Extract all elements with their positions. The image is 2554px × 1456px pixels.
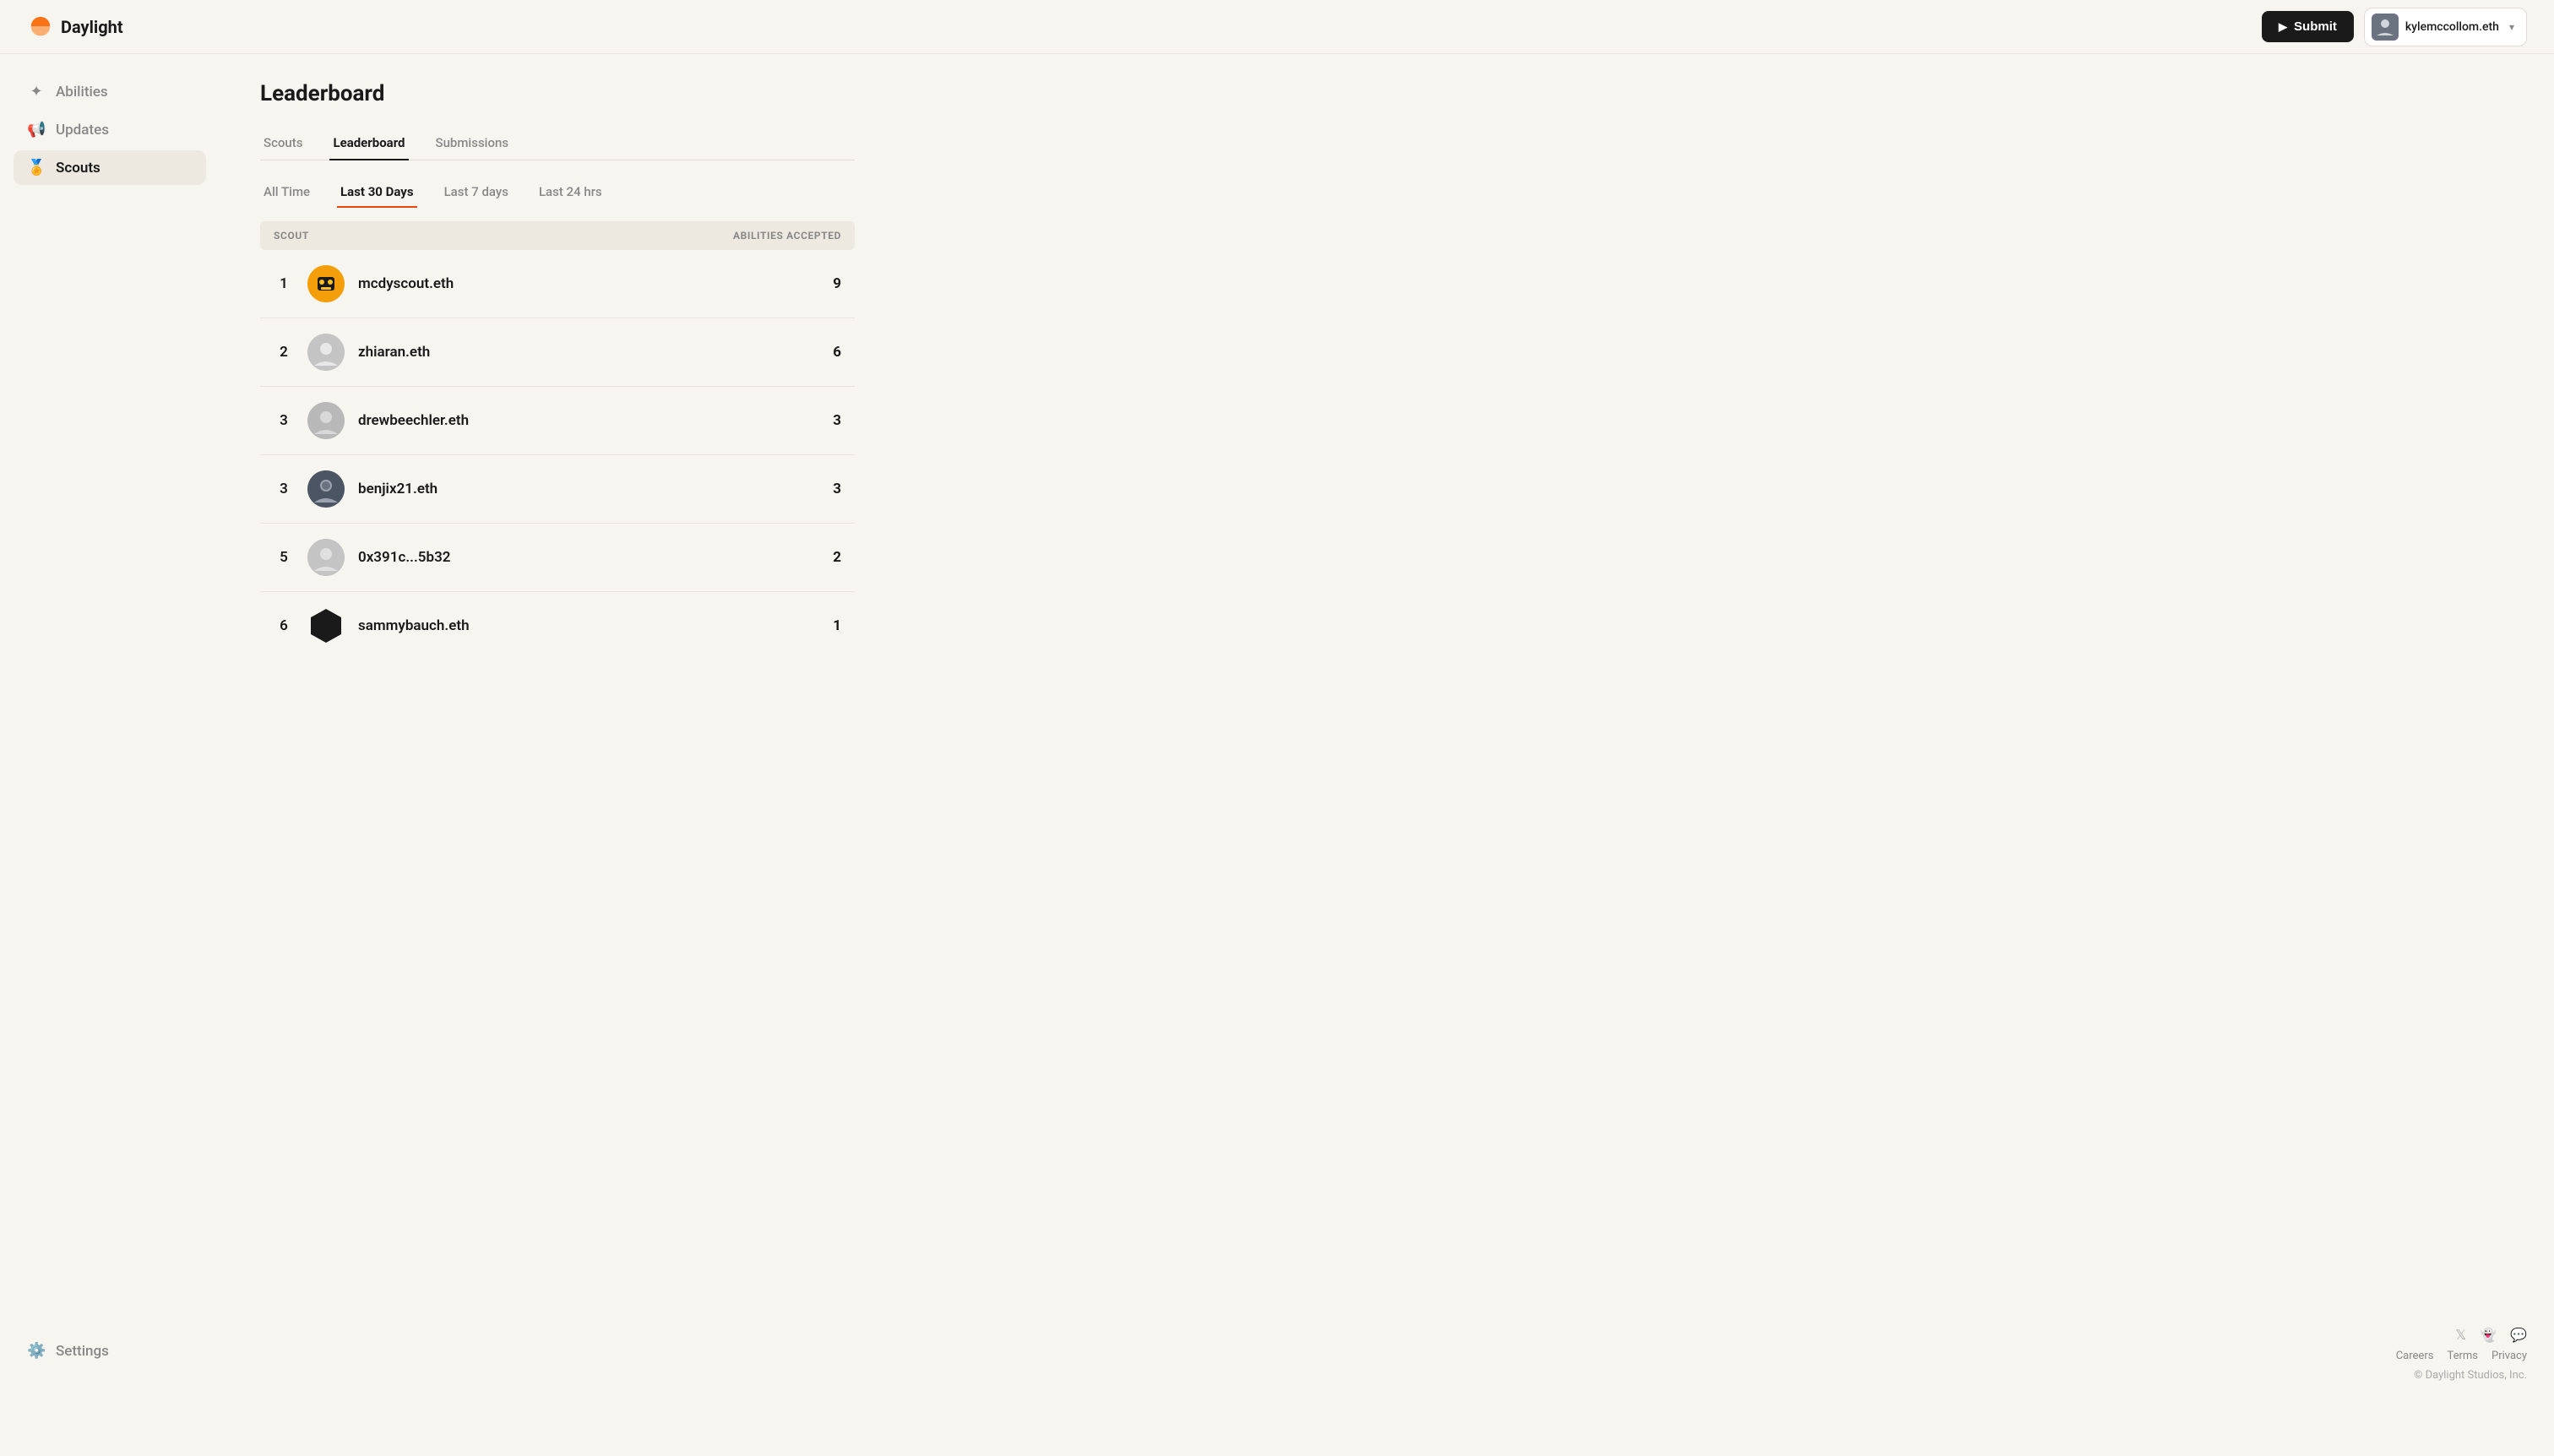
copyright: © Daylight Studios, Inc.	[2414, 1369, 2527, 1382]
table-row[interactable]: 6 sammybauch.eth 1	[260, 592, 855, 660]
avatar-img	[307, 470, 345, 508]
scout-name: sammybauch.eth	[358, 617, 819, 634]
careers-link[interactable]: Careers	[2396, 1350, 2434, 1362]
abilities-count: 1	[833, 617, 841, 634]
terms-link[interactable]: Terms	[2447, 1350, 2478, 1362]
tab-leaderboard[interactable]: Leaderboard	[329, 127, 408, 160]
megaphone-icon: 📢	[27, 121, 46, 139]
header-right: ▶ Submit kylemccollom.eth ▾	[2262, 8, 2527, 46]
table-row[interactable]: 3 benjix21.eth 3	[260, 455, 855, 524]
col-abilities: ABILITIES ACCEPTED	[733, 230, 841, 242]
twitter-icon[interactable]: 𝕏	[2455, 1327, 2466, 1343]
col-scout: SCOUT	[274, 230, 309, 242]
rank-label: 6	[274, 617, 294, 634]
abilities-count: 9	[833, 275, 841, 292]
play-icon: ▶	[2279, 20, 2287, 34]
rank-label: 3	[274, 412, 294, 429]
sidebar-item-abilities[interactable]: ✦ Abilities	[14, 74, 206, 109]
discord-icon[interactable]: 💬	[2510, 1327, 2527, 1343]
primary-tabs: Scouts Leaderboard Submissions	[260, 127, 855, 160]
scout-name: 0x391c...5b32	[358, 549, 819, 566]
tab-last-30-days[interactable]: Last 30 Days	[337, 177, 417, 208]
footer: 𝕏 👻 💬 Careers Terms Privacy © Daylight S…	[2369, 1307, 2554, 1402]
avatar	[307, 607, 345, 644]
main-content: Leaderboard Scouts Leaderboard Submissio…	[220, 54, 895, 1402]
rank-label: 2	[274, 344, 294, 361]
avatar-img	[307, 334, 345, 371]
sidebar-bottom: ⚙️ Settings	[14, 1334, 206, 1382]
user-name: kylemccollom.eth	[2405, 20, 2499, 34]
scout-name: mcdyscout.eth	[358, 275, 819, 292]
gear-icon: ⚙️	[27, 1342, 46, 1360]
tab-last-24-hrs[interactable]: Last 24 hrs	[535, 177, 606, 208]
submit-label: Submit	[2294, 19, 2337, 34]
tab-scouts[interactable]: Scouts	[260, 127, 306, 160]
avatar-img	[307, 539, 345, 576]
avatar-img	[307, 265, 345, 302]
table-row[interactable]: 3 drewbeechler.eth 3	[260, 387, 855, 455]
table-row[interactable]: 1 mcdyscout.eth 9	[260, 250, 855, 318]
user-menu[interactable]: kylemccollom.eth ▾	[2364, 8, 2527, 46]
sidebar-item-settings[interactable]: ⚙️ Settings	[14, 1334, 206, 1368]
sidebar-item-updates[interactable]: 📢 Updates	[14, 112, 206, 147]
user-avatar-img	[2372, 14, 2399, 41]
sidebar-item-label: Updates	[56, 122, 109, 139]
avatar	[307, 470, 345, 508]
tab-last-7-days[interactable]: Last 7 days	[441, 177, 512, 208]
ghost-icon[interactable]: 👻	[2480, 1327, 2497, 1343]
table-header: SCOUT ABILITIES ACCEPTED	[260, 221, 855, 250]
abilities-count: 6	[833, 344, 841, 361]
sidebar: ✦ Abilities 📢 Updates 🏅 Scouts ⚙️ Settin…	[0, 54, 220, 1402]
user-avatar	[2372, 14, 2399, 41]
abilities-count: 3	[833, 481, 841, 497]
rank-label: 3	[274, 481, 294, 497]
table-row[interactable]: 5 0x391c...5b32 2	[260, 524, 855, 592]
scout-name: benjix21.eth	[358, 481, 819, 497]
privacy-link[interactable]: Privacy	[2492, 1350, 2527, 1362]
scout-name: drewbeechler.eth	[358, 412, 819, 429]
footer-links: Careers Terms Privacy	[2396, 1350, 2527, 1362]
scout-name: zhiaran.eth	[358, 344, 819, 361]
sidebar-item-label: Settings	[56, 1343, 109, 1360]
rank-label: 5	[274, 549, 294, 566]
secondary-tabs: All Time Last 30 Days Last 7 days Last 2…	[260, 177, 855, 208]
logo-text: Daylight	[61, 17, 123, 37]
avatar-img	[307, 402, 345, 439]
layout: ✦ Abilities 📢 Updates 🏅 Scouts ⚙️ Settin…	[0, 54, 2554, 1402]
scout-icon: 🏅	[27, 159, 46, 177]
avatar	[307, 539, 345, 576]
chevron-down-icon: ▾	[2509, 21, 2514, 33]
sidebar-item-scouts[interactable]: 🏅 Scouts	[14, 150, 206, 185]
sidebar-item-label: Scouts	[56, 160, 101, 177]
header: Daylight ▶ Submit kylemccollom.eth ▾	[0, 0, 2554, 54]
sidebar-item-label: Abilities	[56, 84, 108, 101]
avatar	[307, 265, 345, 302]
sparkle-icon: ✦	[27, 83, 46, 101]
page-title: Leaderboard	[260, 81, 855, 106]
logo-icon	[27, 15, 54, 39]
tab-all-time[interactable]: All Time	[260, 177, 313, 208]
footer-icons: 𝕏 👻 💬	[2455, 1327, 2527, 1343]
table-row[interactable]: 2 zhiaran.eth 6	[260, 318, 855, 387]
submit-button[interactable]: ▶ Submit	[2262, 11, 2354, 42]
avatar	[307, 402, 345, 439]
tab-submissions[interactable]: Submissions	[432, 127, 513, 160]
avatar-img	[307, 607, 345, 644]
abilities-count: 2	[833, 549, 841, 566]
avatar	[307, 334, 345, 371]
logo[interactable]: Daylight	[27, 15, 123, 39]
abilities-count: 3	[833, 412, 841, 429]
rank-label: 1	[274, 275, 294, 292]
